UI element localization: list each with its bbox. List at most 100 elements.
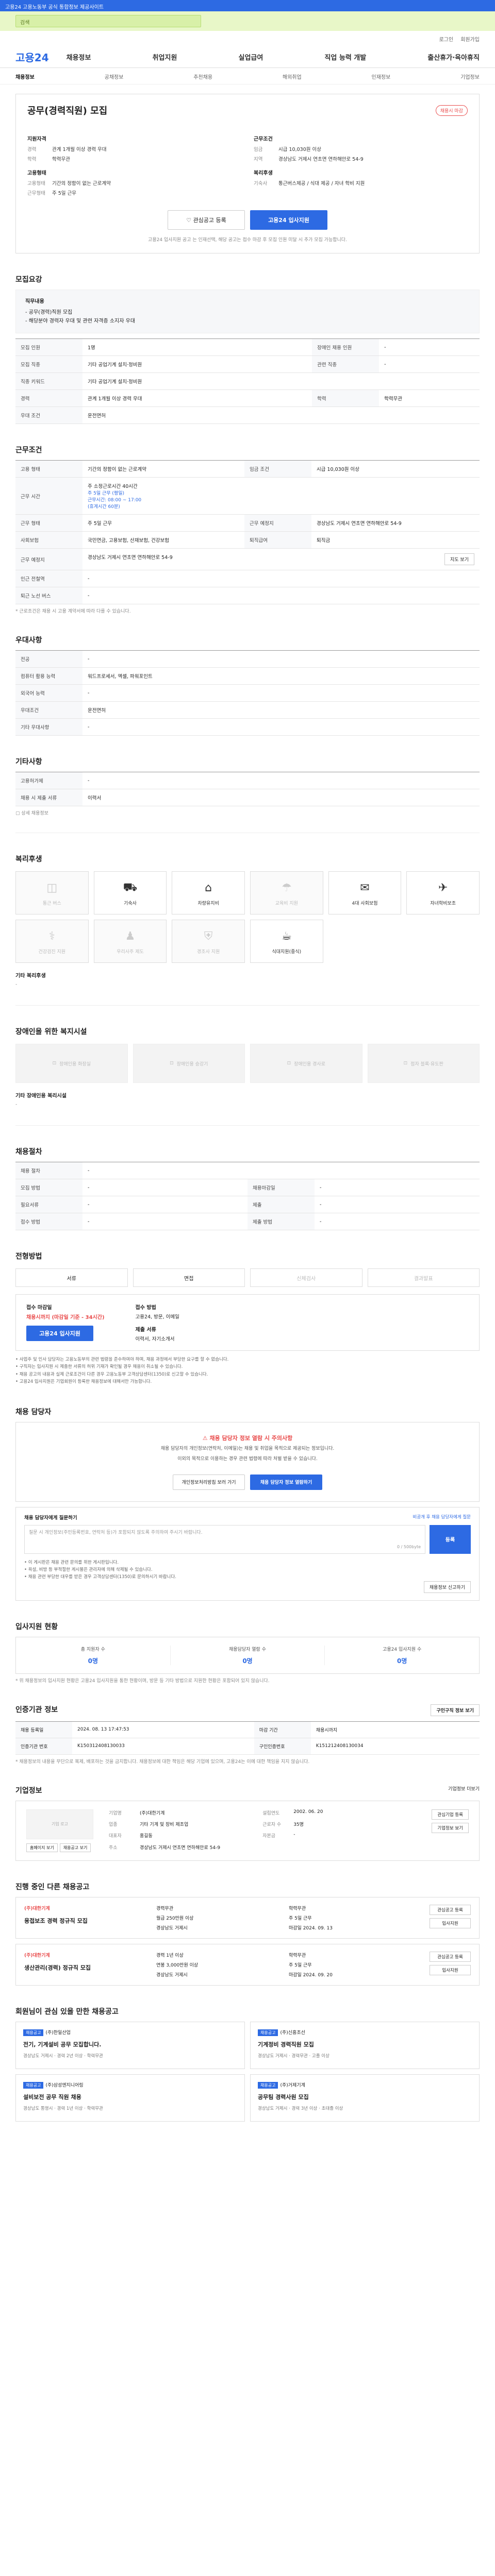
similar-job-card[interactable]: 채용공고 (주)거제기계 공무팀 경력사원 모집 경상남도 거제시 · 경력 3년 이… bbox=[250, 2074, 480, 2122]
apply-docs-heading: 제출 서류 bbox=[135, 1327, 156, 1333]
job-card-title[interactable]: 생산관리(경력) 정규직 모집 bbox=[24, 1963, 148, 1972]
interest-job-button[interactable]: 관심공고 등록 bbox=[430, 1904, 471, 1915]
job-meta: 주 5일 근무 bbox=[289, 1916, 312, 1921]
homepage-button[interactable]: 홈페이지 보기 bbox=[26, 1843, 58, 1852]
cell-value: - bbox=[82, 650, 480, 668]
facility-label: 점자 블록·유도판 bbox=[410, 1061, 443, 1067]
interest-company-button[interactable]: 관심기업 등록 bbox=[432, 1809, 469, 1820]
time-detail: (휴게시간 60분) bbox=[88, 504, 120, 510]
mgmt-heading: 인증기관 정보 bbox=[15, 1705, 58, 1714]
cell-value: - bbox=[82, 772, 480, 789]
similar-job-card[interactable]: 채용공고 (주)삼성엔지니어링 설비보전 공무 직원 채용 경상남도 통영시 · 경력… bbox=[15, 2074, 245, 2122]
mgmt-info-button[interactable]: 구인구직 정보 보기 bbox=[431, 1704, 480, 1716]
cell-key: 고용허가제 bbox=[15, 772, 82, 789]
welfare-item: ⛟ 기숙사 bbox=[93, 871, 167, 914]
inquiry-box: 채용 담당자에게 질문하기 비공개 후 채용 담당자에게 질문 질문 시 개인정보… bbox=[15, 1506, 480, 1601]
lnb-item-company[interactable]: 기업정보 bbox=[460, 73, 480, 80]
job-meta: 학력무관 bbox=[289, 1953, 306, 1958]
gnb-item-jobs[interactable]: 채용정보 bbox=[67, 52, 91, 62]
similar-title[interactable]: 설비보전 공무 직원 채용 bbox=[23, 2093, 237, 2101]
summary-value: 주 5일 근무 bbox=[52, 191, 77, 196]
view-contact-button[interactable]: 채용 담당자 정보 열람하기 bbox=[250, 1474, 322, 1490]
site-logo[interactable]: 고용24 bbox=[15, 49, 49, 64]
welfare-icon: ⛨ bbox=[204, 930, 213, 943]
job-tag: 채용공고 bbox=[258, 2029, 278, 2036]
company-detail-button[interactable]: 기업정보 보기 bbox=[432, 1822, 469, 1833]
stat-label: 총 지원자 수 bbox=[80, 1647, 105, 1652]
other-table: 고용허가제 - 채용 시 제출 서류 이력서 bbox=[15, 772, 480, 806]
mgmt-table: 채용 등록일 2024. 08. 13 17:47:53 마감 기간 채용시까지 인증… bbox=[15, 1721, 480, 1755]
welfare-icon: ⛟ bbox=[123, 880, 138, 894]
job-apply-button[interactable]: 입사지원 bbox=[430, 1918, 471, 1928]
info-key: 자본금 bbox=[262, 1834, 276, 1839]
apply-button-2[interactable]: 고용24 입사지원 bbox=[26, 1326, 93, 1341]
job-card[interactable]: (주)대한기계 생산관리(경력) 정규직 모집 경력 1년 이상 학력무관 연봉 3,0… bbox=[15, 1943, 480, 1986]
inquiry-submit-button[interactable]: 등록 bbox=[430, 1524, 471, 1554]
job-header: 공무(경력직원) 모집 채용시 마감 지원자격 경력 관계 1개월 이상 경력 우… bbox=[15, 94, 480, 253]
welfare-label: 자녀학비보조 bbox=[430, 901, 456, 906]
welfare-label: 건강검진 지원 bbox=[38, 949, 66, 955]
cell-value: - bbox=[82, 1179, 248, 1196]
step-interview: 면접 bbox=[133, 1268, 245, 1287]
search-input[interactable]: 검색 bbox=[15, 15, 201, 27]
gnb-item-support[interactable]: 취업지원 bbox=[153, 52, 177, 62]
cell-key: 우대조건 bbox=[15, 701, 82, 719]
cell-value: 이력서 bbox=[82, 789, 480, 806]
similar-job-card[interactable]: 채용공고 (주)한일산업 전기, 기계설비 공무 모집합니다. 경상남도 거제시 · … bbox=[15, 2021, 245, 2069]
inquiry-counter: 0 / 500byte bbox=[397, 1544, 421, 1549]
privacy-policy-button[interactable]: 개인정보처리방침 보러 가기 bbox=[173, 1474, 245, 1490]
scrap-button[interactable]: ♡ 관심공고 등록 bbox=[168, 210, 245, 230]
stat-value: 0명 bbox=[242, 1657, 253, 1665]
lnb-item-overseas[interactable]: 해외취업 bbox=[283, 73, 302, 80]
welfare-grid: ◫ 통근 버스 ⛟ 기숙사 ⌂ 차량유지비 ☂ 교육비 지원 ✉ 4대 사회보험 ✈ 자녀학비보조 ⚕ 건… bbox=[15, 871, 480, 963]
cell-key: 채용 절차 bbox=[15, 1162, 82, 1179]
note-item: • 채용 관련 부당한 대우를 받은 경우 고객상담센터(1350)로 문의하시… bbox=[24, 1574, 176, 1580]
summary-key: 경력 bbox=[27, 147, 37, 152]
interest-job-button[interactable]: 관심공고 등록 bbox=[430, 1951, 471, 1962]
similar-title[interactable]: 공무팀 경력사원 모집 bbox=[258, 2093, 472, 2101]
welfare-label: 교육비 지원 bbox=[275, 901, 298, 906]
summary-left: 지원자격 경력 관계 1개월 이상 경력 우대 학력 학력무관 고용형태 고용형태 기… bbox=[27, 128, 241, 199]
info-key: 업종 bbox=[109, 1822, 118, 1828]
job-tag: 채용공고 bbox=[23, 2029, 44, 2036]
signup-link[interactable]: 회원가입 bbox=[460, 35, 480, 43]
lnb-item-recommend[interactable]: 추천채용 bbox=[193, 73, 212, 80]
lnb-item-public[interactable]: 공채정보 bbox=[105, 73, 124, 80]
company-more-link[interactable]: 기업정보 더보기 bbox=[448, 1785, 480, 1795]
job-meta: 경력 1년 이상 bbox=[156, 1953, 184, 1958]
report-button[interactable]: 채용정보 신고하기 bbox=[423, 1581, 471, 1593]
lnb-item-jobs[interactable]: 채용정보 bbox=[15, 73, 35, 80]
gnb-item-leave[interactable]: 출산휴가·육아휴직 bbox=[427, 52, 480, 62]
apply-button[interactable]: 고용24 입사지원 bbox=[250, 210, 327, 230]
similar-job-card[interactable]: 채용공고 (주)신흥조선 기계정비 경력직원 모집 경상남도 거제시 · 경력무관 ·… bbox=[250, 2021, 480, 2069]
inquiry-textarea[interactable]: 질문 시 개인정보(주민등록번호, 연락처 등)가 포함되지 않도록 주의하여 … bbox=[24, 1524, 425, 1554]
stats-note: * 위 채용정보의 입사지원 현황은 고용24 입사지원을 통한 현황이며, 방… bbox=[15, 1678, 270, 1684]
time-detail: 주 5일 근무 (평일) bbox=[88, 491, 125, 496]
gnb-item-unemployment[interactable]: 실업급여 bbox=[239, 52, 263, 62]
welfare-item: ◫ 통근 버스 bbox=[15, 871, 89, 914]
job-apply-button[interactable]: 입사지원 bbox=[430, 1964, 471, 1975]
welfare-icon: ♟ bbox=[125, 930, 136, 943]
cell-value: - bbox=[82, 570, 480, 587]
similar-title[interactable]: 전기, 기계설비 공무 모집합니다. bbox=[23, 2040, 237, 2048]
job-company: (주)대한기계 bbox=[24, 1906, 50, 1911]
global-nav: 고용24 채용정보 취업지원 실업급여 직업 능력 개발 출산휴가·육아휴직 bbox=[0, 45, 495, 68]
job-card-title[interactable]: 용접보조 경력 정규직 모집 bbox=[24, 1917, 148, 1925]
contact-text: 이외의 목적으로 이용하는 경우 관련 법령에 따라 처벌 받을 수 있습니다. bbox=[177, 1456, 318, 1462]
contact-warning: 채용 담당자 정보 열람 시 주의사항 bbox=[209, 1434, 293, 1442]
map-button[interactable]: 지도 보기 bbox=[444, 553, 474, 565]
inquiry-private-option[interactable]: 비공개 후 채용 담당자에게 질문 bbox=[413, 1514, 471, 1521]
job-meta: 경력무관 bbox=[156, 1906, 174, 1911]
selection-steps: 서류 면접 신체검사 결과발표 bbox=[15, 1268, 480, 1287]
cell-value: 기타 공업기계 설치·정비원 bbox=[82, 372, 480, 390]
lnb-item-talent[interactable]: 인재정보 bbox=[372, 73, 391, 80]
job-card[interactable]: (주)대한기계 용접보조 경력 정규직 모집 경력무관 학력무관 월급 250만원 이상… bbox=[15, 1896, 480, 1939]
gnb-item-training[interactable]: 직업 능력 개발 bbox=[324, 52, 366, 62]
similar-title[interactable]: 기계정비 경력직원 모집 bbox=[258, 2040, 472, 2048]
company-jobs-button[interactable]: 채용공고 보기 bbox=[59, 1843, 91, 1852]
cell-key: 기타 우대사항 bbox=[15, 718, 82, 736]
summary-key: 지역 bbox=[254, 157, 263, 162]
cell-value: 관계 1개월 이상 경력 우대 bbox=[82, 389, 312, 407]
login-link[interactable]: 로그인 bbox=[439, 35, 454, 43]
cell-key: 컴퓨터 활용 능력 bbox=[15, 667, 82, 685]
